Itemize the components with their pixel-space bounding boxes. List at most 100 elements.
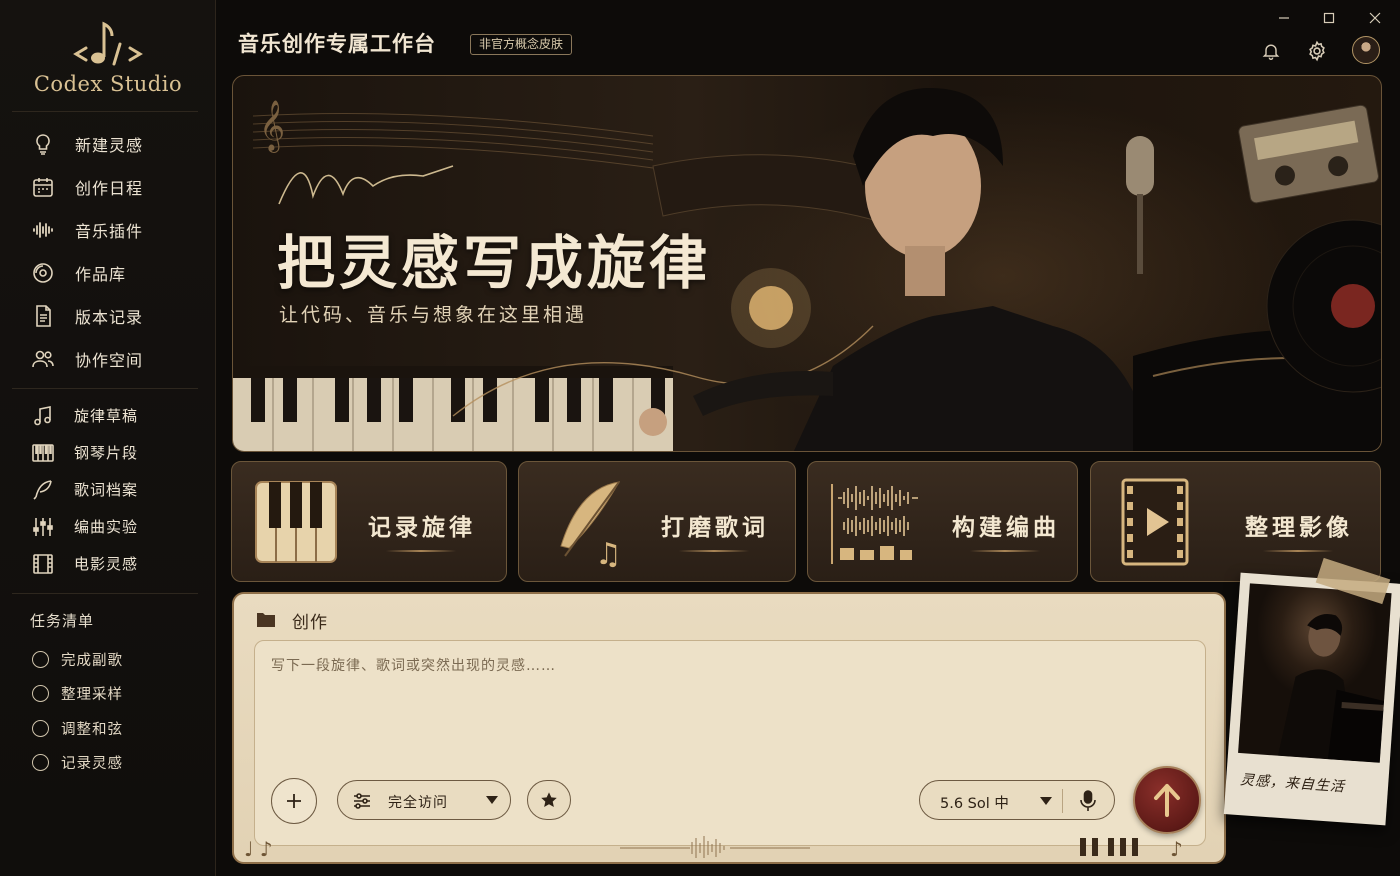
- divider: [12, 388, 198, 389]
- card-build-arrangement[interactable]: 构建编曲: [807, 461, 1078, 582]
- composer-input[interactable]: 写下一段旋律、歌词或突然出现的灵感…… 完全访问 5.6 Sol 中: [254, 640, 1206, 846]
- sidebar-item-versions[interactable]: 版本记录: [0, 294, 216, 337]
- send-button[interactable]: [1133, 766, 1201, 834]
- disc-icon: [30, 260, 56, 286]
- sidebar-item-label: 作品库: [75, 264, 127, 284]
- card-label: 记录旋律: [368, 514, 476, 541]
- task-item[interactable]: 记录灵感: [0, 746, 216, 781]
- task-item[interactable]: 整理采样: [0, 677, 216, 712]
- sidebar-item-film[interactable]: 电影灵感: [0, 545, 216, 582]
- notifications-button[interactable]: [1258, 38, 1284, 64]
- polaroid-caption: 灵感，来自生活: [1239, 772, 1346, 796]
- task-list: 完成副歌 整理采样 调整和弦 记录灵感: [0, 642, 216, 780]
- film-icon: [30, 551, 56, 577]
- sidebar-item-label: 编曲实验: [74, 518, 139, 536]
- calendar-icon: [30, 174, 56, 200]
- maximize-button[interactable]: [1317, 8, 1341, 28]
- card-ornament: [1263, 550, 1333, 552]
- piano-icon: [30, 440, 56, 466]
- task-checkbox[interactable]: [32, 754, 49, 772]
- star-icon: [541, 792, 557, 808]
- sidebar-item-arrangement[interactable]: 编曲实验: [0, 508, 216, 545]
- hero-title: 把灵感写成旋律: [277, 229, 712, 297]
- plus-icon: [287, 794, 301, 808]
- composer-header: 创作: [292, 613, 328, 633]
- sidebar-item-melody-drafts[interactable]: 旋律草稿: [0, 397, 216, 434]
- favorite-button[interactable]: [527, 780, 571, 820]
- main-nav: 新建灵感 创作日程 音乐插件 作品库 版本记录 协作空间: [0, 122, 216, 380]
- sliders-icon: [354, 793, 370, 809]
- gear-icon: [1309, 40, 1325, 62]
- tasks-title: 任务清单: [30, 612, 95, 630]
- card-polish-lyrics[interactable]: ♫ 打磨歌词: [518, 461, 796, 582]
- sidebar-item-label: 旋律草稿: [74, 407, 139, 425]
- card-ornament: [679, 550, 749, 552]
- model-select[interactable]: 5.6 Sol 中: [919, 780, 1115, 820]
- sidebar-item-label: 协作空间: [75, 350, 144, 370]
- sidebar-item-plugins[interactable]: 音乐插件: [0, 208, 216, 251]
- sidebar-item-lyrics[interactable]: 歌词档案: [0, 471, 216, 508]
- task-checkbox[interactable]: [32, 650, 49, 668]
- divider: [1062, 789, 1063, 813]
- sidebar-item-label: 创作日程: [75, 178, 144, 198]
- chevron-down-icon: [1040, 797, 1052, 805]
- settings-button[interactable]: [1304, 38, 1330, 64]
- model-label: 5.6 Sol 中: [940, 796, 1009, 812]
- add-button[interactable]: [271, 778, 317, 824]
- task-checkbox[interactable]: [32, 719, 49, 737]
- sidebar-item-label: 歌词档案: [74, 481, 139, 499]
- sidebar-item-label: 新建灵感: [75, 135, 144, 155]
- svg-text:♪: ♪: [1170, 837, 1183, 860]
- sidebar-item-new-inspiration[interactable]: 新建灵感: [0, 122, 216, 165]
- svg-text:𝄞: 𝄞: [259, 100, 285, 153]
- divider: [12, 111, 198, 112]
- chevron-down-icon: [486, 796, 498, 804]
- task-label: 调整和弦: [61, 721, 123, 738]
- sidebar-item-label: 音乐插件: [75, 221, 144, 241]
- music-note-icon: [30, 403, 56, 429]
- composer-placeholder: 写下一段旋律、歌词或突然出现的灵感……: [271, 658, 556, 674]
- film-play-icon: [1121, 478, 1189, 566]
- sidebar-item-collab[interactable]: 协作空间: [0, 337, 216, 380]
- brand-name: Codex Studio: [33, 72, 183, 96]
- task-item[interactable]: 完成副歌: [0, 642, 216, 677]
- microphone-icon[interactable]: [1078, 790, 1098, 812]
- brand-logo-icon: [73, 21, 143, 66]
- card-ornament: [386, 550, 456, 552]
- task-label: 完成副歌: [61, 652, 123, 669]
- divider: [12, 593, 198, 594]
- document-icon: [30, 303, 56, 329]
- sidebar: Codex Studio 新建灵感 创作日程 音乐插件 作品库 版本记录 协作空…: [0, 0, 216, 876]
- avatar[interactable]: [1352, 36, 1380, 64]
- svg-text:♩ ♪: ♩ ♪: [244, 837, 273, 860]
- status-badge: 非官方概念皮肤: [470, 34, 573, 55]
- users-icon: [30, 346, 56, 372]
- arrow-up-icon: [1154, 784, 1180, 817]
- sidebar-item-piano-clips[interactable]: 钢琴片段: [0, 434, 216, 471]
- card-ornament: [970, 550, 1040, 552]
- sliders-icon: [30, 514, 56, 540]
- brand[interactable]: Codex Studio: [0, 18, 216, 96]
- card-label: 整理影像: [1245, 514, 1353, 541]
- task-label: 记录灵感: [61, 756, 123, 773]
- close-button[interactable]: [1363, 8, 1387, 28]
- task-item[interactable]: 调整和弦: [0, 711, 216, 746]
- top-bar: 音乐创作专属工作台 非官方概念皮肤: [216, 0, 1400, 74]
- composer-panel: 创作 写下一段旋律、歌词或突然出现的灵感…… 完全访问 5.6 Sol 中 ♩ …: [232, 592, 1226, 864]
- hero-subtitle: 让代码、音乐与想象在这里相遇: [279, 304, 588, 326]
- sidebar-item-label: 钢琴片段: [74, 444, 139, 462]
- card-record-melody[interactable]: 记录旋律: [231, 461, 507, 582]
- sidebar-item-library[interactable]: 作品库: [0, 251, 216, 294]
- polaroid-photo: 灵感，来自生活: [1223, 572, 1400, 826]
- minimize-icon: [1279, 17, 1289, 19]
- sidebar-item-label: 电影灵感: [74, 555, 139, 573]
- task-checkbox[interactable]: [32, 685, 49, 703]
- access-mode-select[interactable]: 完全访问: [337, 780, 511, 820]
- secondary-nav: 旋律草稿 钢琴片段 歌词档案 编曲实验 电影灵感: [0, 397, 216, 582]
- minimize-button[interactable]: [1272, 8, 1296, 28]
- hero-banner: 𝄞 把灵感写成旋律 让代码、音乐与想象在这里相遇: [232, 75, 1382, 452]
- sidebar-item-schedule[interactable]: 创作日程: [0, 165, 216, 208]
- svg-text:♫: ♫: [595, 537, 622, 568]
- composer-decoration: ♩ ♪ ♪: [244, 836, 1183, 860]
- feather-quill-icon: ♫: [560, 481, 622, 568]
